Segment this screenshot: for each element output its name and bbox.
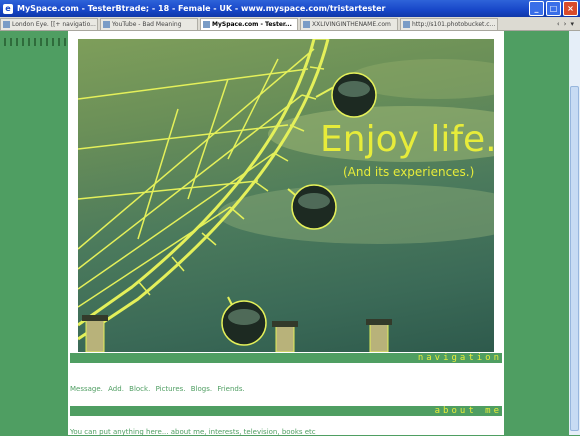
blogs-link[interactable]: Blogs. (191, 385, 212, 393)
tab-label: XXLIVINGINTHENAME.com (312, 21, 391, 28)
friends-link[interactable]: Friends. (217, 385, 244, 393)
tab-xxliving[interactable]: XXLIVINGINTHENAME.com (300, 18, 398, 30)
window-titlebar: e MySpace.com - TesterBtrade; - 18 - Fem… (0, 0, 580, 17)
browser-icon: e (3, 3, 13, 14)
tab-youtube[interactable]: YouTube - Bad Meaning (100, 18, 198, 30)
tab-photobucket[interactable]: http://s101.photobucket.c... (400, 18, 498, 30)
scrollbar-thumb[interactable] (570, 86, 579, 431)
close-button[interactable]: × (563, 1, 578, 16)
tab-label: MySpace.com - Tester... (212, 21, 292, 28)
page-icon (203, 21, 210, 28)
tab-scroll-right-icon[interactable]: › (564, 20, 567, 28)
maximize-button[interactable]: □ (546, 1, 561, 16)
london-eye-banner: Enjoy life. (And its experiences.) (78, 39, 494, 352)
hero-headline: Enjoy life. (320, 119, 494, 160)
about-me-heading: about me (70, 406, 502, 416)
window-title: MySpace.com - TesterBtrade; - 18 - Femal… (17, 4, 386, 13)
hero-subline: (And its experiences.) (343, 165, 475, 179)
add-link[interactable]: Add. (108, 385, 124, 393)
page-icon (3, 21, 10, 28)
page-icon (303, 21, 310, 28)
tab-london-eye[interactable]: London Eye. [[+ navigatio... (0, 18, 98, 30)
tab-label: London Eye. [[+ navigatio... (12, 21, 96, 28)
tab-myspace[interactable]: MySpace.com - Tester... (200, 18, 298, 30)
tab-label: http://s101.photobucket.c... (412, 21, 496, 28)
pictures-link[interactable]: Pictures. (156, 385, 186, 393)
tab-bar: London Eye. [[+ navigatio... YouTube - B… (0, 17, 580, 31)
profile-page: Enjoy life. (And its experiences.) navig… (68, 31, 504, 436)
page-icon (403, 21, 410, 28)
tab-label: YouTube - Bad Meaning (112, 21, 182, 28)
decorative-stripes (4, 38, 68, 46)
block-link[interactable]: Block. (129, 385, 150, 393)
navigation-links: Message. Add. Block. Pictures. Blogs. Fr… (70, 385, 248, 393)
tab-scroll-left-icon[interactable]: ‹ (557, 20, 560, 28)
tab-list-icon[interactable]: ▾ (570, 20, 574, 28)
minimize-button[interactable]: _ (529, 1, 544, 16)
message-link[interactable]: Message. (70, 385, 103, 393)
navigation-heading: navigation (70, 353, 502, 363)
vertical-scrollbar[interactable] (569, 31, 580, 435)
ferris-wheel-illustration (78, 39, 494, 352)
page-icon (103, 21, 110, 28)
